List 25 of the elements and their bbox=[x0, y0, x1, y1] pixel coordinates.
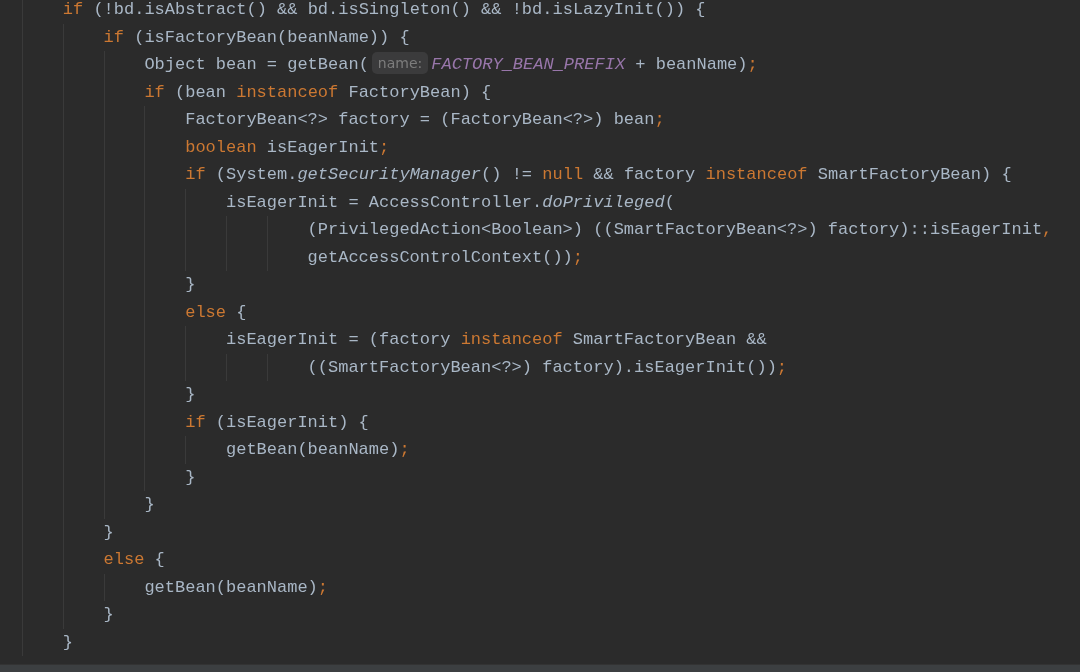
code-line: } bbox=[103, 604, 114, 626]
code-line: if (!bd.isAbstract() && bd.isSingleton() && !bd.isLazyInit()) { bbox=[62, 0, 706, 21]
code-line: if (bean instanceof FactoryBean) { bbox=[144, 81, 492, 104]
code-line: isEagerInit = AccessController.doPrivileged( bbox=[226, 191, 675, 214]
code-line: if (System.getSecurityManager() != null && factory instanceof SmartFactoryBean) { bbox=[185, 164, 1012, 186]
code-line: if (isEagerInit) { bbox=[185, 411, 369, 434]
code-line: getBean(beanName); bbox=[144, 576, 329, 599]
parameter-hint: name: bbox=[371, 52, 429, 74]
code-line: } bbox=[103, 521, 114, 544]
code-line: (PrivilegedAction<Boolean>) ((SmartFactoryBean<?>) factory)::isEagerInit, bbox=[307, 219, 1053, 241]
code-line: getBean(beanName); bbox=[226, 439, 410, 461]
code-line: Object bean = getBean( name: FACTORY_BEAN_PREFIX + beanName); bbox=[144, 52, 758, 78]
code-line: isEagerInit = (factory instanceof SmartFactoryBean && bbox=[226, 329, 767, 351]
code-line: if (isFactoryBean(beanName)) { bbox=[103, 26, 410, 49]
code-line: } bbox=[144, 494, 155, 516]
code-line: else { bbox=[185, 301, 247, 324]
code-line: getAccessControlContext()); bbox=[307, 246, 584, 269]
code-line: FactoryBean<?> factory = (FactoryBean<?>) bean; bbox=[185, 109, 665, 131]
code-line: ((SmartFactoryBean<?>) factory).isEagerInit()); bbox=[307, 356, 788, 379]
code-line: } bbox=[185, 274, 196, 296]
code-line: boolean isEagerInit; bbox=[185, 136, 390, 159]
code-line: } bbox=[62, 631, 73, 654]
code-line: } bbox=[185, 466, 196, 489]
code-line: else { bbox=[103, 549, 165, 571]
code-line: } bbox=[185, 384, 196, 406]
